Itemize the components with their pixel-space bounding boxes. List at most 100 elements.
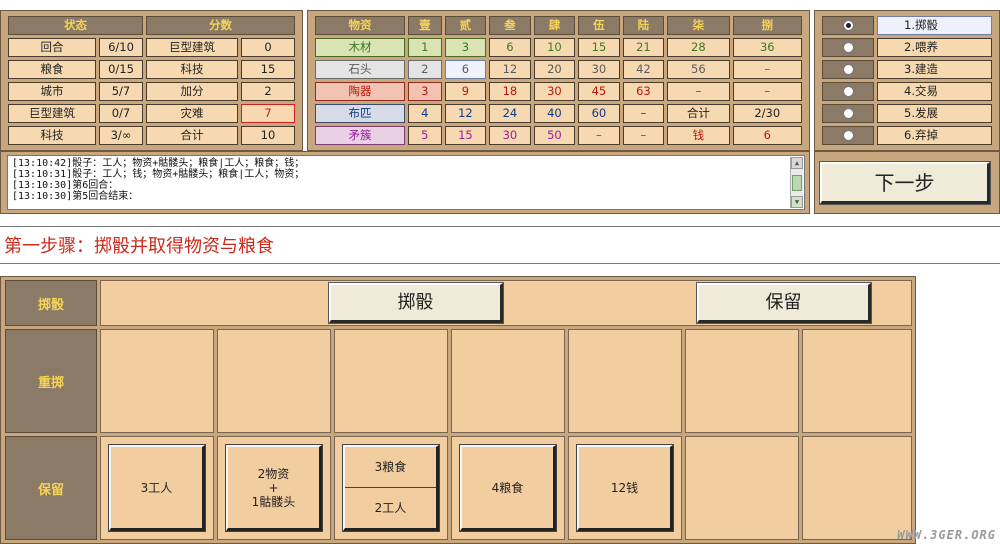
divider: [0, 263, 1000, 264]
step-title: 第一步骤：掷骰并取得物资与粮食: [4, 236, 274, 257]
kept-die-coins[interactable]: 12钱: [576, 444, 674, 532]
status-value: 3/∞: [99, 126, 143, 145]
divider: [0, 226, 1000, 227]
goods-col-header: 伍: [578, 16, 620, 35]
log-line: [13:10:42]骰子：工人；物资+骷髅头；粮食|工人；粮食；钱；: [12, 158, 305, 169]
radio-icon: [842, 86, 854, 97]
row-header-reroll: 重掷: [5, 329, 97, 433]
goods-col-header: 贰: [444, 16, 487, 35]
score-label: 科技: [146, 60, 238, 79]
die-face-plus: +: [268, 480, 279, 495]
kept-die-food[interactable]: 4粮食: [459, 444, 557, 532]
reroll-slot[interactable]: [568, 329, 682, 433]
radio-icon: [842, 42, 854, 53]
status-label: 巨型建筑: [8, 104, 96, 123]
goods-cell: 42: [622, 60, 665, 79]
goods-cell: 9: [444, 82, 487, 101]
status-header: 状态: [8, 16, 143, 35]
action-radio[interactable]: [822, 16, 874, 35]
score-label: 灾难: [146, 104, 238, 123]
reroll-slot[interactable]: [100, 329, 214, 433]
goods-header: 物资: [315, 16, 405, 35]
reroll-slot[interactable]: [802, 329, 912, 433]
score-value: 10: [241, 126, 295, 145]
goods-cell: –: [732, 60, 802, 79]
die-face-label: 4粮食: [491, 480, 524, 495]
goods-col-header: 叁: [489, 16, 531, 35]
goods-cell: 2: [408, 60, 442, 79]
die-face-label: 1骷髅头: [251, 494, 296, 509]
score-label: 巨型建筑: [146, 38, 238, 57]
goods-cell: –: [622, 104, 665, 123]
goods-cell: 60: [578, 104, 620, 123]
goods-cell: 12: [444, 104, 487, 123]
action-item-develop[interactable]: 5.发展: [877, 104, 992, 123]
reroll-slot[interactable]: [334, 329, 448, 433]
goods-cell: –: [622, 126, 665, 145]
action-radio[interactable]: [822, 126, 874, 145]
scroll-up-icon[interactable]: ▲: [791, 157, 803, 169]
status-label: 科技: [8, 126, 96, 145]
keep-slot: [685, 436, 799, 540]
log-line: [13:10:30]第6回合：: [12, 180, 119, 191]
status-value: 6/10: [99, 38, 143, 57]
next-step-button[interactable]: 下一步: [819, 161, 991, 205]
action-item-build[interactable]: 3.建造: [877, 60, 992, 79]
status-value: 0/15: [99, 60, 143, 79]
die-option-food[interactable]: 3粮食: [345, 447, 436, 488]
goods-cell: 3: [444, 38, 487, 57]
action-item-feed[interactable]: 2.喂养: [877, 38, 992, 57]
radio-icon: [842, 130, 854, 141]
roll-dice-button[interactable]: 掷骰: [328, 282, 504, 324]
goods-cell: 1: [408, 38, 442, 57]
goods-cell: 10: [533, 38, 576, 57]
action-radio[interactable]: [822, 104, 874, 123]
goods-cell: 40: [533, 104, 576, 123]
goods-name-stone: 石头: [315, 60, 405, 79]
goods-name-pottery: 陶器: [315, 82, 405, 101]
action-item-roll[interactable]: 1.掷骰: [877, 16, 992, 35]
goods-cell: 12: [489, 60, 531, 79]
action-panel: 1.掷骰 2.喂养 3.建造 4.交易 5.发展 6.弃掉: [814, 10, 1000, 151]
log-line: [13:10:30]第5回合结束：: [12, 191, 139, 202]
goods-cell: 5: [408, 126, 442, 145]
keep-dice-button[interactable]: 保留: [696, 282, 872, 324]
coins-label: 钱: [667, 126, 730, 145]
goods-cell: 36: [732, 38, 802, 57]
kept-die-goods-skull[interactable]: 2物资 + 1骷髅头: [225, 444, 323, 532]
action-item-discard[interactable]: 6.弃掉: [877, 126, 992, 145]
die-face-label: 3工人: [140, 480, 173, 495]
action-radio[interactable]: [822, 82, 874, 101]
goods-cell: 30: [489, 126, 531, 145]
goods-name-cloth: 布匹: [315, 104, 405, 123]
status-label: 粮食: [8, 60, 96, 79]
goods-cell: 4: [408, 104, 442, 123]
log-scrollbar[interactable]: ▲ ▼: [790, 157, 803, 208]
goods-col-header: 捌: [732, 16, 802, 35]
total-value: 2/30: [732, 104, 802, 123]
goods-cell: –: [732, 82, 802, 101]
kept-die-workers[interactable]: 3工人: [108, 444, 206, 532]
reroll-slot[interactable]: [217, 329, 331, 433]
goods-cell: 30: [533, 82, 576, 101]
action-radio[interactable]: [822, 38, 874, 57]
goods-col-header: 柒: [667, 16, 730, 35]
action-item-trade[interactable]: 4.交易: [877, 82, 992, 101]
kept-die-food-or-workers[interactable]: 3粮食 2工人: [342, 444, 440, 532]
reroll-slot[interactable]: [685, 329, 799, 433]
goods-cell: 21: [622, 38, 665, 57]
goods-table: 物资 壹 贰 叁 肆 伍 陆 柒 捌 木材 1 3 6 10 15 21 28 …: [312, 13, 805, 148]
goods-cell: 30: [578, 60, 620, 79]
die-face-label: 12钱: [610, 480, 639, 495]
event-log[interactable]: [13:10:42]骰子：工人；物资+骷髅头；粮食|工人；粮食；钱； [13:1…: [7, 155, 805, 210]
score-label: 合计: [146, 126, 238, 145]
disaster-score-value: 7: [241, 104, 295, 123]
log-line: [13:10:31]骰子：工人；钱；物资+骷髅头；粮食|工人；物资；: [12, 169, 305, 180]
die-option-workers[interactable]: 2工人: [345, 488, 436, 528]
scroll-down-icon[interactable]: ▼: [791, 196, 803, 208]
status-panel: 状态 分数 回合 6/10 巨型建筑 0 粮食 0/15 科技 15 城市 5/…: [0, 10, 303, 151]
reroll-slot[interactable]: [451, 329, 565, 433]
score-label: 加分: [146, 82, 238, 101]
scroll-thumb[interactable]: [792, 175, 802, 191]
action-radio[interactable]: [822, 60, 874, 79]
